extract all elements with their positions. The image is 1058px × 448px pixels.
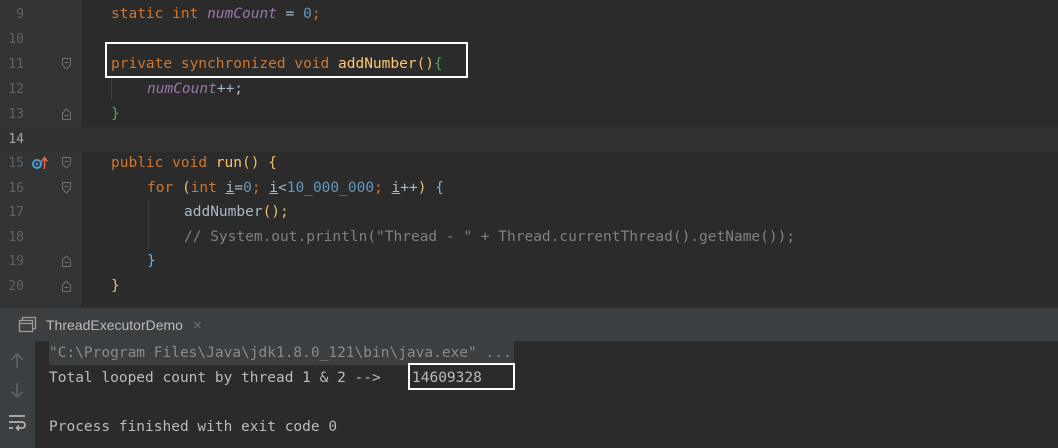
run-tab[interactable]: ThreadExecutorDemo × — [18, 308, 202, 342]
soft-wrap-icon[interactable] — [6, 411, 28, 433]
console-output[interactable]: "C:\Program Files\Java\jdk1.8.0_121\bin\… — [35, 341, 1058, 448]
code-comment: // System.out.println("Thread - " + Thre… — [184, 229, 796, 245]
line-number: 14 — [8, 132, 24, 147]
line-number: 12 — [8, 82, 24, 97]
code-line-15[interactable]: 15 public void run() { — [0, 151, 1058, 176]
code-line-19[interactable]: 19 } — [0, 249, 1058, 274]
console-exit-line: Process finished with exit code 0 — [49, 419, 338, 435]
code-line-17[interactable]: 17 addNumber(); — [0, 200, 1058, 225]
code-text: } — [147, 253, 156, 269]
code-line-9[interactable]: 9 static int numCount = 0; — [0, 2, 1058, 27]
code-editor[interactable]: 9 static int numCount = 0; 10 11 private… — [0, 0, 1058, 307]
console-command-line[interactable]: "C:\Program Files\Java\jdk1.8.0_121\bin\… — [49, 341, 514, 365]
arrow-down-icon[interactable] — [6, 379, 28, 401]
code-text: for (int i=0; i<10_000_000; i++) { — [147, 180, 444, 196]
line-number: 13 — [8, 107, 24, 122]
highlight-box — [408, 363, 515, 390]
console-icon — [18, 316, 37, 333]
line-number: 15 — [8, 156, 24, 171]
fold-start-icon[interactable] — [62, 58, 71, 70]
code-text: numCount++; — [147, 81, 244, 97]
line-number: 18 — [8, 230, 24, 245]
line-number: 17 — [8, 205, 24, 220]
code-text: } — [111, 278, 120, 294]
line-number: 19 — [8, 254, 24, 269]
line-number: 9 — [16, 7, 24, 22]
line-number: 16 — [8, 181, 24, 196]
code-text: } — [111, 106, 120, 122]
fold-end-icon[interactable] — [62, 280, 71, 292]
fold-start-icon[interactable] — [62, 182, 71, 194]
fold-end-icon[interactable] — [62, 255, 71, 267]
code-text: static int numCount = 0; — [111, 6, 321, 22]
line-number: 20 — [8, 279, 24, 294]
highlight-box — [105, 42, 468, 78]
code-line-20[interactable]: 20 } — [0, 274, 1058, 299]
code-line-13[interactable]: 13 } — [0, 102, 1058, 127]
code-line-18[interactable]: 18 // System.out.println("Thread - " + T… — [0, 225, 1058, 250]
code-text: public void run() { — [111, 155, 277, 171]
fold-start-icon[interactable] — [62, 157, 71, 169]
line-number: 10 — [8, 32, 24, 47]
run-tab-label: ThreadExecutorDemo — [46, 317, 183, 333]
run-toolbar — [0, 341, 35, 448]
code-line-16[interactable]: 16 for (int i=0; i<10_000_000; i++) { — [0, 176, 1058, 201]
fold-end-icon[interactable] — [62, 108, 71, 120]
arrow-up-icon[interactable] — [6, 350, 28, 372]
code-text: addNumber(); — [184, 204, 289, 220]
console-output-line: Total looped count by thread 1 & 2 --> — [49, 370, 381, 386]
line-number: 11 — [8, 57, 24, 72]
code-line-12[interactable]: 12 numCount++; — [0, 77, 1058, 102]
implements-method-icon[interactable] — [31, 156, 49, 170]
code-line-14[interactable]: 14 — [0, 127, 1058, 152]
run-panel-header: ThreadExecutorDemo × — [0, 307, 1058, 341]
close-icon[interactable]: × — [193, 317, 202, 334]
